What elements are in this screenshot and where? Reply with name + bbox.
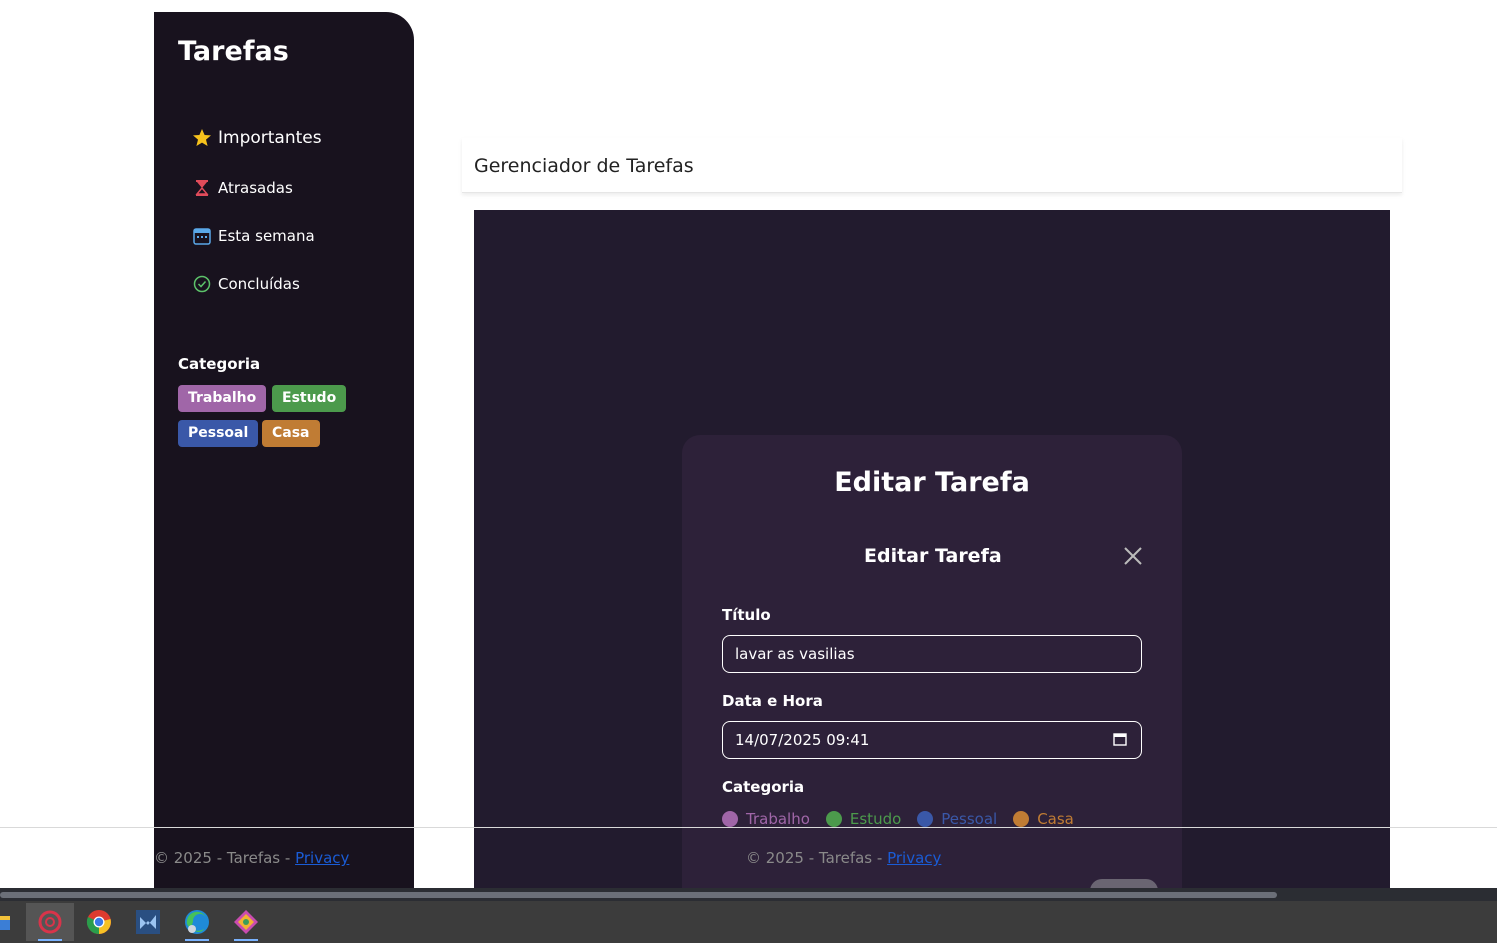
radio-casa[interactable]: Casa — [1013, 810, 1074, 828]
category-radio-group: Trabalho Estudo Pessoal Casa — [722, 810, 1090, 828]
visual-studio-icon — [136, 910, 160, 934]
radio-label-estudo: Estudo — [849, 810, 902, 828]
taskbar — [0, 901, 1497, 943]
git-icon — [234, 910, 258, 934]
radio-label-pessoal: Pessoal — [941, 810, 998, 828]
modal-subheading: Editar Tarefa — [864, 545, 1002, 567]
category-field-label: Categoria — [722, 778, 805, 796]
radio-dot — [722, 811, 738, 827]
taskbar-chrome[interactable] — [75, 903, 123, 941]
chrome-icon — [86, 910, 111, 935]
edge-icon — [185, 910, 209, 934]
radio-dot — [917, 811, 934, 827]
sidebar: Tarefas Importantes Atrasadas Esta seman… — [154, 12, 414, 888]
footer-copyright: © 2025 - Tarefas - — [154, 849, 296, 867]
app-red-icon — [38, 910, 62, 934]
title-label: Título — [722, 606, 771, 624]
taskbar-app-red[interactable] — [26, 903, 74, 941]
nav-item-atrasadas[interactable]: Atrasadas — [192, 178, 293, 198]
open-indicator — [185, 939, 209, 941]
taskbar-file-explorer[interactable] — [0, 903, 24, 941]
radio-dot — [1013, 811, 1030, 827]
nav-item-importantes[interactable]: Importantes — [192, 128, 322, 148]
scrollbar-thumb[interactable] — [0, 892, 1277, 898]
radio-trabalho[interactable]: Trabalho — [722, 810, 810, 828]
footer-main: © 2025 - Tarefas - Privacy — [746, 849, 941, 867]
datetime-label: Data e Hora — [722, 692, 823, 710]
taskbar-edge[interactable] — [173, 903, 221, 941]
modal-action-button[interactable] — [1090, 879, 1158, 888]
nav-label-esta-semana: Esta semana — [218, 227, 315, 245]
radio-estudo[interactable]: Estudo — [825, 810, 902, 828]
hourglass-icon — [195, 180, 209, 196]
calendar-icon — [193, 228, 211, 245]
footer-divider — [0, 827, 1497, 828]
privacy-link[interactable]: Privacy — [295, 849, 349, 867]
file-explorer-icon — [0, 916, 10, 930]
category-chip-estudo[interactable]: Estudo — [272, 385, 347, 412]
nav-item-concluidas[interactable]: Concluídas — [192, 274, 300, 294]
radio-label-trabalho: Trabalho — [746, 810, 810, 828]
star-icon — [193, 129, 211, 146]
edit-task-modal: Editar Tarefa Editar Tarefa Título lavar… — [682, 435, 1182, 888]
nav-label-concluidas: Concluídas — [218, 275, 300, 293]
title-input[interactable]: lavar as vasilias — [722, 635, 1142, 673]
category-chip-casa[interactable]: Casa — [262, 420, 320, 447]
open-indicator — [234, 939, 258, 941]
datetime-input[interactable]: 14/07/2025 09:41 — [722, 721, 1142, 759]
check-circle-icon — [193, 275, 211, 293]
category-chip-trabalho[interactable]: Trabalho — [178, 385, 267, 412]
radio-dot — [825, 811, 842, 827]
footer-copyright: © 2025 - Tarefas - — [746, 849, 888, 867]
header-bar: Gerenciador de Tarefas — [462, 138, 1402, 193]
page: Tarefas Importantes Atrasadas Esta seman… — [0, 0, 1497, 888]
taskbar-git[interactable] — [222, 903, 270, 941]
nav-item-esta-semana[interactable]: Esta semana — [192, 226, 315, 246]
brand-title: Tarefas — [178, 36, 289, 67]
nav-label-atrasadas: Atrasadas — [218, 179, 293, 197]
privacy-link[interactable]: Privacy — [887, 849, 941, 867]
datetime-value: 14/07/2025 09:41 — [735, 731, 870, 749]
taskbar-visual-studio[interactable] — [124, 903, 172, 941]
page-title: Gerenciador de Tarefas — [474, 155, 694, 177]
footer-sidebar: © 2025 - Tarefas - Privacy — [154, 849, 349, 867]
active-indicator — [38, 939, 62, 941]
horizontal-scrollbar[interactable] — [0, 888, 1497, 901]
category-title: Categoria — [178, 355, 261, 373]
calendar-picker-icon[interactable] — [1113, 732, 1127, 746]
close-icon[interactable] — [1122, 545, 1144, 567]
radio-pessoal[interactable]: Pessoal — [917, 810, 997, 828]
modal-heading: Editar Tarefa — [834, 467, 1030, 498]
nav-label-importantes: Importantes — [218, 128, 322, 148]
radio-label-casa: Casa — [1037, 810, 1074, 828]
category-chip-pessoal[interactable]: Pessoal — [178, 420, 259, 447]
